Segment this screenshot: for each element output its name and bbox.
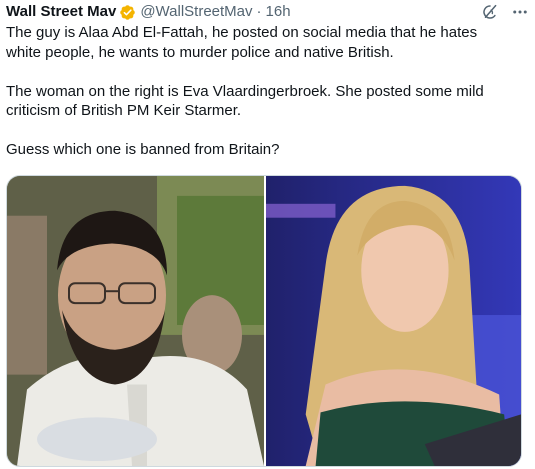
tweet-timestamp[interactable]: 16h bbox=[266, 2, 291, 22]
tweet[interactable]: Wall Street Mav @WallStreetMav · 16h The… bbox=[0, 0, 535, 469]
header-actions bbox=[481, 2, 529, 22]
tweet-paragraph-1: The guy is Alaa Abd El-Fattah, he posted… bbox=[6, 24, 478, 61]
tweet-header: Wall Street Mav @WallStreetMav · 16h bbox=[6, 2, 529, 22]
author-display-name[interactable]: Wall Street Mav bbox=[6, 2, 116, 22]
more-icon[interactable] bbox=[511, 3, 529, 21]
tweet-paragraph-3: Guess which one is banned from Britain? bbox=[6, 141, 280, 158]
grok-icon[interactable] bbox=[481, 3, 499, 21]
photo-of-blonde-woman-at-podium[interactable] bbox=[266, 176, 521, 466]
verified-badge-icon[interactable] bbox=[119, 4, 136, 21]
tweet-paragraph-2: The woman on the right is Eva Vlaardinge… bbox=[6, 82, 484, 120]
author-handle[interactable]: @WallStreetMav bbox=[140, 2, 252, 22]
tweet-text: The guy is Alaa Abd El-Fattah, he posted… bbox=[6, 23, 516, 160]
tweet-media[interactable] bbox=[6, 175, 522, 467]
separator-dot: · bbox=[256, 3, 262, 20]
photo-of-bearded-man[interactable] bbox=[7, 176, 264, 466]
